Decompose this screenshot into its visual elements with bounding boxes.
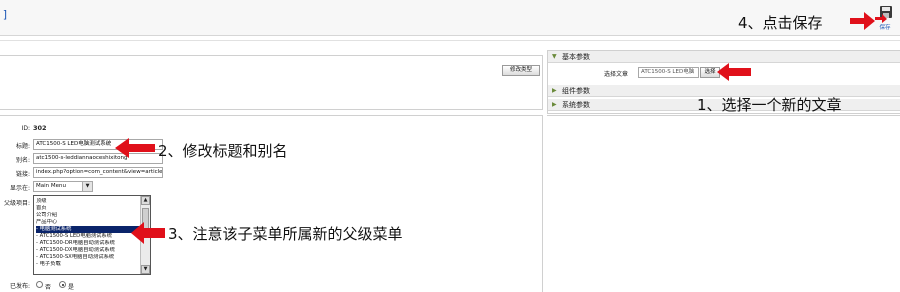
right-form-area (547, 115, 900, 292)
published-yes-radio[interactable] (59, 281, 66, 288)
published-label: 已发布: (9, 283, 30, 290)
menu-type-panel (0, 55, 543, 110)
published-yes-label: 是 (68, 284, 75, 291)
toolbar-left-glyph: ] (2, 8, 9, 21)
triangle-down-icon: ▼ (552, 53, 557, 60)
link-label: 链接: (15, 171, 30, 178)
chevron-down-icon[interactable]: ▼ (82, 182, 92, 191)
arrow-icon (131, 222, 165, 244)
title-label: 标题: (15, 143, 30, 150)
alias-label: 别名: (15, 157, 30, 164)
scroll-down-icon[interactable]: ▼ (141, 265, 150, 274)
id-value: 302 (33, 124, 47, 132)
annotation-step2: 2、修改标题和别名 (158, 142, 288, 160)
link-input[interactable]: index.php?option=com_content&view=articl… (33, 167, 163, 178)
floppy-disk-icon (875, 6, 892, 23)
triangle-right-icon: ▶ (552, 101, 557, 108)
system-params-label: 系统参数 (562, 101, 590, 109)
id-label: ID: (21, 125, 30, 132)
list-item[interactable]: 公司介绍 (36, 212, 139, 219)
select-article-label: 选择文章 (604, 71, 629, 78)
list-item[interactable]: - ATC1500-DR电脑自动测试系统 (36, 240, 139, 247)
annotation-step4: 4、点击保存 (738, 14, 823, 32)
save-label: 保存 (879, 25, 891, 31)
parent-item-label: 父级项目: (3, 200, 30, 207)
arrow-icon (850, 12, 875, 30)
list-item[interactable]: - ATC1500-SX电脑自动测试系统 (36, 254, 139, 261)
list-item[interactable]: 首页 (36, 205, 139, 212)
arrow-icon (115, 138, 155, 158)
annotation-step1: 1、选择一个新的文章 (697, 96, 842, 114)
divider (0, 40, 900, 41)
list-item[interactable]: - ATC1500-S LED电脑测试系统 (36, 233, 139, 240)
list-item-selected[interactable]: - 电脑测试系统 (36, 226, 139, 233)
list-item[interactable]: - ATC1500-DX电脑自动测试系统 (36, 247, 139, 254)
modify-type-button[interactable]: 修改类型 (502, 65, 540, 76)
scroll-up-icon[interactable]: ▲ (141, 196, 150, 205)
annotation-step3: 3、注意该子菜单所属新的父级菜单 (168, 225, 403, 243)
component-params-label: 组件参数 (562, 87, 590, 95)
display-in-label: 显示在: (9, 185, 30, 192)
list-item[interactable]: 顶级 (36, 198, 139, 205)
save-button[interactable]: 保存 (874, 4, 896, 32)
triangle-right-icon: ▶ (552, 87, 557, 94)
published-no-radio[interactable] (36, 281, 43, 288)
selected-article-field: ATC1500-S LED电脑 (638, 67, 699, 78)
list-item[interactable]: - 电子负载 (36, 261, 139, 268)
basic-params-label: 基本参数 (562, 53, 590, 61)
published-no-label: 否 (45, 284, 52, 291)
list-item[interactable]: 产品中心 (36, 219, 139, 226)
arrow-icon (717, 63, 751, 81)
